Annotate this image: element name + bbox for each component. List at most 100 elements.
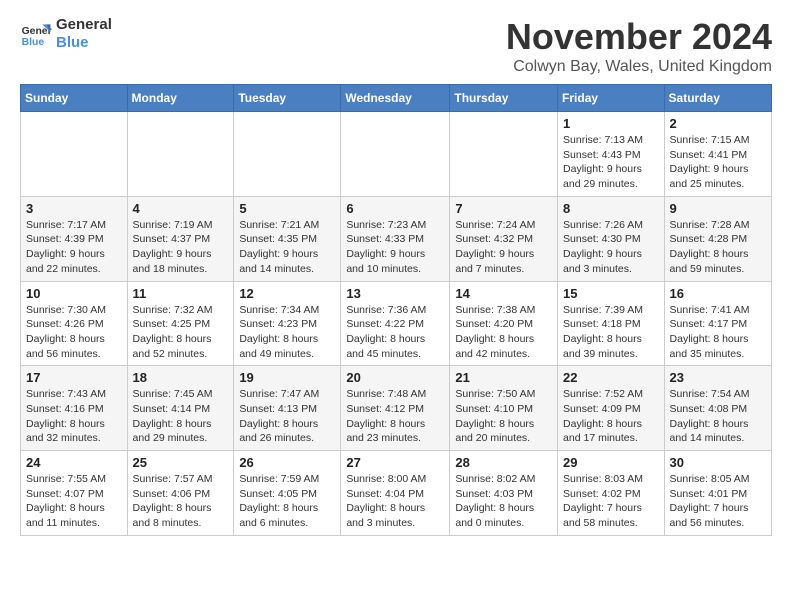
calendar-empty (127, 112, 234, 197)
day-info: Sunrise: 7:17 AMSunset: 4:39 PMDaylight:… (26, 218, 122, 277)
day-number: 14 (455, 286, 552, 301)
day-number: 7 (455, 201, 552, 216)
day-number: 2 (670, 116, 766, 131)
month-title: November 2024 (506, 16, 772, 58)
day-info: Sunrise: 7:36 AMSunset: 4:22 PMDaylight:… (346, 303, 444, 362)
calendar-day: 15Sunrise: 7:39 AMSunset: 4:18 PMDayligh… (558, 281, 665, 366)
day-info: Sunrise: 7:50 AMSunset: 4:10 PMDaylight:… (455, 387, 552, 446)
calendar-day: 29 Sunrise: 8:03 AMSunset: 4:02 PMDayligh… (558, 451, 665, 536)
day-number: 6 (346, 201, 444, 216)
day-number: 22 (563, 370, 659, 385)
calendar-week-row: 3 Sunrise: 7:17 AMSunset: 4:39 PMDaylight… (21, 196, 772, 281)
day-info: Sunrise: 7:21 AMSunset: 4:35 PMDaylight:… (239, 218, 335, 277)
day-info: Sunrise: 7:41 AMSunset: 4:17 PMDaylight:… (670, 303, 766, 362)
day-info: Sunrise: 7:55 AMSunset: 4:07 PMDaylight:… (26, 472, 122, 531)
calendar-day: 17 Sunrise: 7:43 AMSunset: 4:16 PMDayligh… (21, 366, 128, 451)
day-number: 26 (239, 455, 335, 470)
day-info: Sunrise: 7:30 AMSunset: 4:26 PMDaylight:… (26, 303, 122, 362)
calendar-day: 14 Sunrise: 7:38 AMSunset: 4:20 PMDayligh… (450, 281, 558, 366)
calendar-day: 11Sunrise: 7:32 AMSunset: 4:25 PMDayligh… (127, 281, 234, 366)
calendar-table: SundayMondayTuesdayWednesdayThursdayFrid… (20, 84, 772, 536)
day-number: 10 (26, 286, 122, 301)
calendar-day: 25 Sunrise: 7:57 AMSunset: 4:06 PMDayligh… (127, 451, 234, 536)
calendar-day: 12 Sunrise: 7:34 AMSunset: 4:23 PMDayligh… (234, 281, 341, 366)
day-info: Sunrise: 7:15 AMSunset: 4:41 PMDaylight:… (670, 133, 766, 192)
day-info: Sunrise: 7:38 AMSunset: 4:20 PMDaylight:… (455, 303, 552, 362)
day-number: 29 (563, 455, 659, 470)
day-info: Sunrise: 7:43 AMSunset: 4:16 PMDaylight:… (26, 387, 122, 446)
day-number: 12 (239, 286, 335, 301)
day-number: 3 (26, 201, 122, 216)
day-info: Sunrise: 7:26 AMSunset: 4:30 PMDaylight:… (563, 218, 659, 277)
calendar-day: 21Sunrise: 7:50 AMSunset: 4:10 PMDayligh… (450, 366, 558, 451)
calendar-day: 6 Sunrise: 7:23 AMSunset: 4:33 PMDaylight… (341, 196, 450, 281)
day-info: Sunrise: 7:24 AMSunset: 4:32 PMDaylight:… (455, 218, 552, 277)
day-info: Sunrise: 7:59 AMSunset: 4:05 PMDaylight:… (239, 472, 335, 531)
day-info: Sunrise: 7:45 AMSunset: 4:14 PMDaylight:… (133, 387, 229, 446)
day-number: 30 (670, 455, 766, 470)
logo-icon: General Blue (20, 18, 52, 50)
day-number: 23 (670, 370, 766, 385)
day-number: 13 (346, 286, 444, 301)
day-info: Sunrise: 8:00 AMSunset: 4:04 PMDaylight:… (346, 472, 444, 531)
day-info: Sunrise: 7:28 AMSunset: 4:28 PMDaylight:… (670, 218, 766, 277)
day-number: 4 (133, 201, 229, 216)
day-info: Sunrise: 7:13 AMSunset: 4:43 PMDaylight:… (563, 133, 659, 192)
day-number: 19 (239, 370, 335, 385)
calendar-day: 3 Sunrise: 7:17 AMSunset: 4:39 PMDaylight… (21, 196, 128, 281)
calendar-day: 8 Sunrise: 7:26 AMSunset: 4:30 PMDaylight… (558, 196, 665, 281)
day-number: 18 (133, 370, 229, 385)
weekday-header: Wednesday (341, 85, 450, 112)
day-info: Sunrise: 7:52 AMSunset: 4:09 PMDaylight:… (563, 387, 659, 446)
calendar-day: 30 Sunrise: 8:05 AMSunset: 4:01 PMDayligh… (664, 451, 771, 536)
day-number: 25 (133, 455, 229, 470)
calendar-day: 4 Sunrise: 7:19 AMSunset: 4:37 PMDaylight… (127, 196, 234, 281)
day-number: 28 (455, 455, 552, 470)
calendar-empty (234, 112, 341, 197)
day-info: Sunrise: 7:34 AMSunset: 4:23 PMDaylight:… (239, 303, 335, 362)
day-number: 24 (26, 455, 122, 470)
weekday-header: Monday (127, 85, 234, 112)
calendar-day: 22 Sunrise: 7:52 AMSunset: 4:09 PMDayligh… (558, 366, 665, 451)
calendar-day: 18 Sunrise: 7:45 AMSunset: 4:14 PMDayligh… (127, 366, 234, 451)
calendar-week-row: 10 Sunrise: 7:30 AMSunset: 4:26 PMDayligh… (21, 281, 772, 366)
location-title: Colwyn Bay, Wales, United Kingdom (506, 58, 772, 76)
calendar-day: 13 Sunrise: 7:36 AMSunset: 4:22 PMDayligh… (341, 281, 450, 366)
day-number: 20 (346, 370, 444, 385)
day-info: Sunrise: 8:02 AMSunset: 4:03 PMDaylight:… (455, 472, 552, 531)
calendar-day: 16 Sunrise: 7:41 AMSunset: 4:17 PMDayligh… (664, 281, 771, 366)
calendar-day: 23 Sunrise: 7:54 AMSunset: 4:08 PMDayligh… (664, 366, 771, 451)
calendar-week-row: 1 Sunrise: 7:13 AMSunset: 4:43 PMDaylight… (21, 112, 772, 197)
calendar-day: 20Sunrise: 7:48 AMSunset: 4:12 PMDayligh… (341, 366, 450, 451)
calendar-day: 1 Sunrise: 7:13 AMSunset: 4:43 PMDaylight… (558, 112, 665, 197)
day-info: Sunrise: 7:19 AMSunset: 4:37 PMDaylight:… (133, 218, 229, 277)
calendar-empty (450, 112, 558, 197)
logo-text-general: General (56, 16, 112, 34)
weekday-header: Saturday (664, 85, 771, 112)
weekday-header: Sunday (21, 85, 128, 112)
calendar-day: 7 Sunrise: 7:24 AMSunset: 4:32 PMDaylight… (450, 196, 558, 281)
day-info: Sunrise: 7:57 AMSunset: 4:06 PMDaylight:… (133, 472, 229, 531)
day-info: Sunrise: 8:03 AMSunset: 4:02 PMDaylight:… (563, 472, 659, 531)
day-number: 8 (563, 201, 659, 216)
day-info: Sunrise: 8:05 AMSunset: 4:01 PMDaylight:… (670, 472, 766, 531)
calendar-day: 9Sunrise: 7:28 AMSunset: 4:28 PMDaylight… (664, 196, 771, 281)
day-number: 11 (133, 286, 229, 301)
day-number: 16 (670, 286, 766, 301)
day-number: 27 (346, 455, 444, 470)
day-info: Sunrise: 7:54 AMSunset: 4:08 PMDaylight:… (670, 387, 766, 446)
calendar-day: 28 Sunrise: 8:02 AMSunset: 4:03 PMDayligh… (450, 451, 558, 536)
day-number: 15 (563, 286, 659, 301)
calendar-day: 26 Sunrise: 7:59 AMSunset: 4:05 PMDayligh… (234, 451, 341, 536)
calendar-day: 24 Sunrise: 7:55 AMSunset: 4:07 PMDayligh… (21, 451, 128, 536)
day-info: Sunrise: 7:23 AMSunset: 4:33 PMDaylight:… (346, 218, 444, 277)
calendar-day: 5Sunrise: 7:21 AMSunset: 4:35 PMDaylight… (234, 196, 341, 281)
day-number: 1 (563, 116, 659, 131)
calendar-empty (341, 112, 450, 197)
day-info: Sunrise: 7:47 AMSunset: 4:13 PMDaylight:… (239, 387, 335, 446)
weekday-header: Friday (558, 85, 665, 112)
weekday-header: Thursday (450, 85, 558, 112)
day-number: 17 (26, 370, 122, 385)
title-area: November 2024 Colwyn Bay, Wales, United … (506, 16, 772, 76)
calendar-week-row: 17 Sunrise: 7:43 AMSunset: 4:16 PMDayligh… (21, 366, 772, 451)
